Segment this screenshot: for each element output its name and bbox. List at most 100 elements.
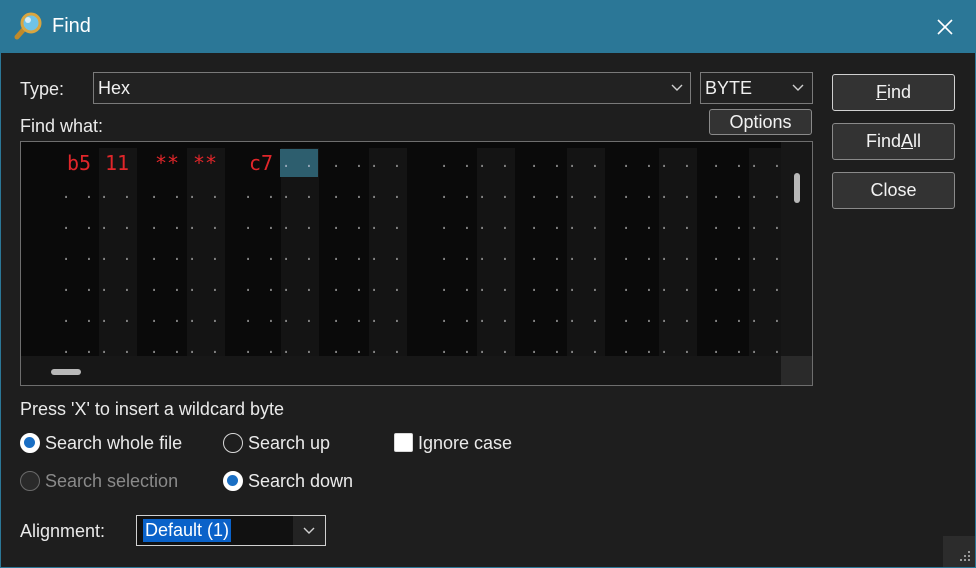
hex-byte-cell[interactable]: b5 <box>60 149 98 177</box>
alignment-value[interactable]: Default (1) <box>143 519 232 542</box>
hex-empty-cell[interactable]: . . <box>620 149 658 177</box>
hex-empty-cell[interactable]: . . <box>566 242 604 270</box>
hex-empty-cell[interactable]: . . <box>60 273 98 301</box>
hex-empty-cell[interactable]: . . <box>148 304 186 332</box>
hex-cursor-cell[interactable]: . . <box>280 149 318 177</box>
hex-empty-cell[interactable]: . . <box>528 242 566 270</box>
hex-empty-cell[interactable]: . . <box>476 211 514 239</box>
hex-empty-cell[interactable]: . . <box>368 211 406 239</box>
resize-grip-icon[interactable] <box>943 536 975 567</box>
hex-empty-cell[interactable]: . . <box>280 304 318 332</box>
hex-empty-cell[interactable]: . . <box>710 211 748 239</box>
hex-empty-cell[interactable]: . . <box>476 304 514 332</box>
hex-byte-cell[interactable]: 11 <box>98 149 136 177</box>
hex-empty-cell[interactable]: . . <box>528 180 566 208</box>
search-down-label[interactable]: Search down <box>248 471 353 492</box>
hex-empty-cell[interactable]: . . <box>658 211 696 239</box>
hex-empty-cell[interactable]: . . <box>528 304 566 332</box>
hex-input-box[interactable]: b5 11 ** ** c7. .. .. .. .. .. .. .. .. .. .… <box>20 141 813 386</box>
hex-byte-cell[interactable]: ** <box>186 149 224 177</box>
alignment-dropdown[interactable]: Default (1) <box>136 515 326 546</box>
hex-empty-cell[interactable]: . . <box>60 304 98 332</box>
hex-empty-cell[interactable]: . . <box>186 180 224 208</box>
hex-empty-cell[interactable]: . . <box>60 180 98 208</box>
hex-empty-cell[interactable]: . . <box>528 273 566 301</box>
hex-empty-cell[interactable]: . . <box>566 211 604 239</box>
hex-empty-cell[interactable]: . . <box>620 242 658 270</box>
hex-empty-cell[interactable]: . . <box>710 273 748 301</box>
hex-empty-cell[interactable]: . . <box>476 149 514 177</box>
hex-empty-cell[interactable]: . . <box>98 304 136 332</box>
hex-empty-cell[interactable]: . . <box>566 273 604 301</box>
find-all-button[interactable]: Find All <box>832 123 955 160</box>
hex-empty-cell[interactable]: . . <box>60 211 98 239</box>
hex-empty-cell[interactable]: . . <box>438 304 476 332</box>
hex-empty-cell[interactable]: . . <box>710 180 748 208</box>
hex-empty-cell[interactable]: . . <box>438 211 476 239</box>
hex-empty-cell[interactable]: . . <box>368 149 406 177</box>
hex-empty-cell[interactable]: . . <box>148 180 186 208</box>
hex-empty-cell[interactable]: . . <box>242 273 280 301</box>
hex-empty-cell[interactable]: . . <box>330 149 368 177</box>
hex-empty-cell[interactable]: . . <box>280 242 318 270</box>
vertical-scroll-thumb[interactable] <box>794 173 800 203</box>
hex-empty-cell[interactable]: . . <box>710 149 748 177</box>
hex-empty-cell[interactable]: . . <box>438 242 476 270</box>
hex-byte-cell[interactable]: c7 <box>242 149 280 177</box>
hex-empty-cell[interactable]: . . <box>186 273 224 301</box>
hex-empty-cell[interactable]: . . <box>620 211 658 239</box>
hex-empty-cell[interactable]: . . <box>330 273 368 301</box>
hex-empty-cell[interactable]: . . <box>148 242 186 270</box>
hex-empty-cell[interactable]: . . <box>368 304 406 332</box>
hex-empty-cell[interactable]: . . <box>98 273 136 301</box>
hex-empty-cell[interactable]: . . <box>330 242 368 270</box>
hex-empty-cell[interactable]: . . <box>98 180 136 208</box>
search-down-radio[interactable] <box>223 471 243 491</box>
search-whole-file-radio[interactable] <box>20 433 40 453</box>
hex-empty-cell[interactable]: . . <box>476 273 514 301</box>
hex-empty-cell[interactable]: . . <box>438 273 476 301</box>
hex-empty-cell[interactable]: . . <box>330 180 368 208</box>
options-button[interactable]: Options <box>709 109 812 135</box>
hex-empty-cell[interactable]: . . <box>710 242 748 270</box>
find-button[interactable]: Find <box>832 74 955 111</box>
hex-empty-cell[interactable]: . . <box>476 180 514 208</box>
type-dropdown[interactable]: Hex <box>93 72 691 104</box>
hex-empty-cell[interactable]: . . <box>658 273 696 301</box>
vertical-scrollbar[interactable] <box>781 142 812 356</box>
hex-empty-cell[interactable]: . . <box>242 211 280 239</box>
horizontal-scroll-thumb[interactable] <box>51 369 81 375</box>
hex-empty-cell[interactable]: . . <box>566 304 604 332</box>
hex-empty-cell[interactable]: . . <box>148 273 186 301</box>
hex-byte-cell[interactable]: ** <box>148 149 186 177</box>
hex-empty-cell[interactable]: . . <box>566 149 604 177</box>
hex-empty-cell[interactable]: . . <box>438 149 476 177</box>
search-up-radio[interactable] <box>223 433 243 453</box>
hex-empty-cell[interactable]: . . <box>330 304 368 332</box>
hex-empty-cell[interactable]: . . <box>620 273 658 301</box>
search-whole-file-label[interactable]: Search whole file <box>45 433 182 454</box>
ignore-case-label[interactable]: Ignore case <box>418 433 512 454</box>
hex-empty-cell[interactable]: . . <box>368 242 406 270</box>
hex-empty-cell[interactable]: . . <box>242 180 280 208</box>
hex-empty-cell[interactable]: . . <box>438 180 476 208</box>
hex-empty-cell[interactable]: . . <box>280 180 318 208</box>
hex-empty-cell[interactable]: . . <box>620 180 658 208</box>
hex-empty-cell[interactable]: . . <box>710 304 748 332</box>
hex-empty-cell[interactable]: . . <box>476 242 514 270</box>
hex-empty-cell[interactable]: . . <box>658 149 696 177</box>
horizontal-scrollbar[interactable] <box>21 356 781 385</box>
hex-empty-cell[interactable]: . . <box>368 273 406 301</box>
hex-empty-cell[interactable]: . . <box>60 242 98 270</box>
search-up-label[interactable]: Search up <box>248 433 330 454</box>
hex-empty-cell[interactable]: . . <box>242 304 280 332</box>
hex-empty-cell[interactable]: . . <box>186 242 224 270</box>
close-icon[interactable] <box>926 9 964 45</box>
hex-empty-cell[interactable]: . . <box>280 211 318 239</box>
hex-empty-cell[interactable]: . . <box>330 211 368 239</box>
hex-empty-cell[interactable]: . . <box>620 304 658 332</box>
hex-empty-cell[interactable]: . . <box>98 242 136 270</box>
hex-empty-cell[interactable]: . . <box>566 180 604 208</box>
hex-empty-cell[interactable]: . . <box>186 211 224 239</box>
hex-empty-cell[interactable]: . . <box>658 242 696 270</box>
